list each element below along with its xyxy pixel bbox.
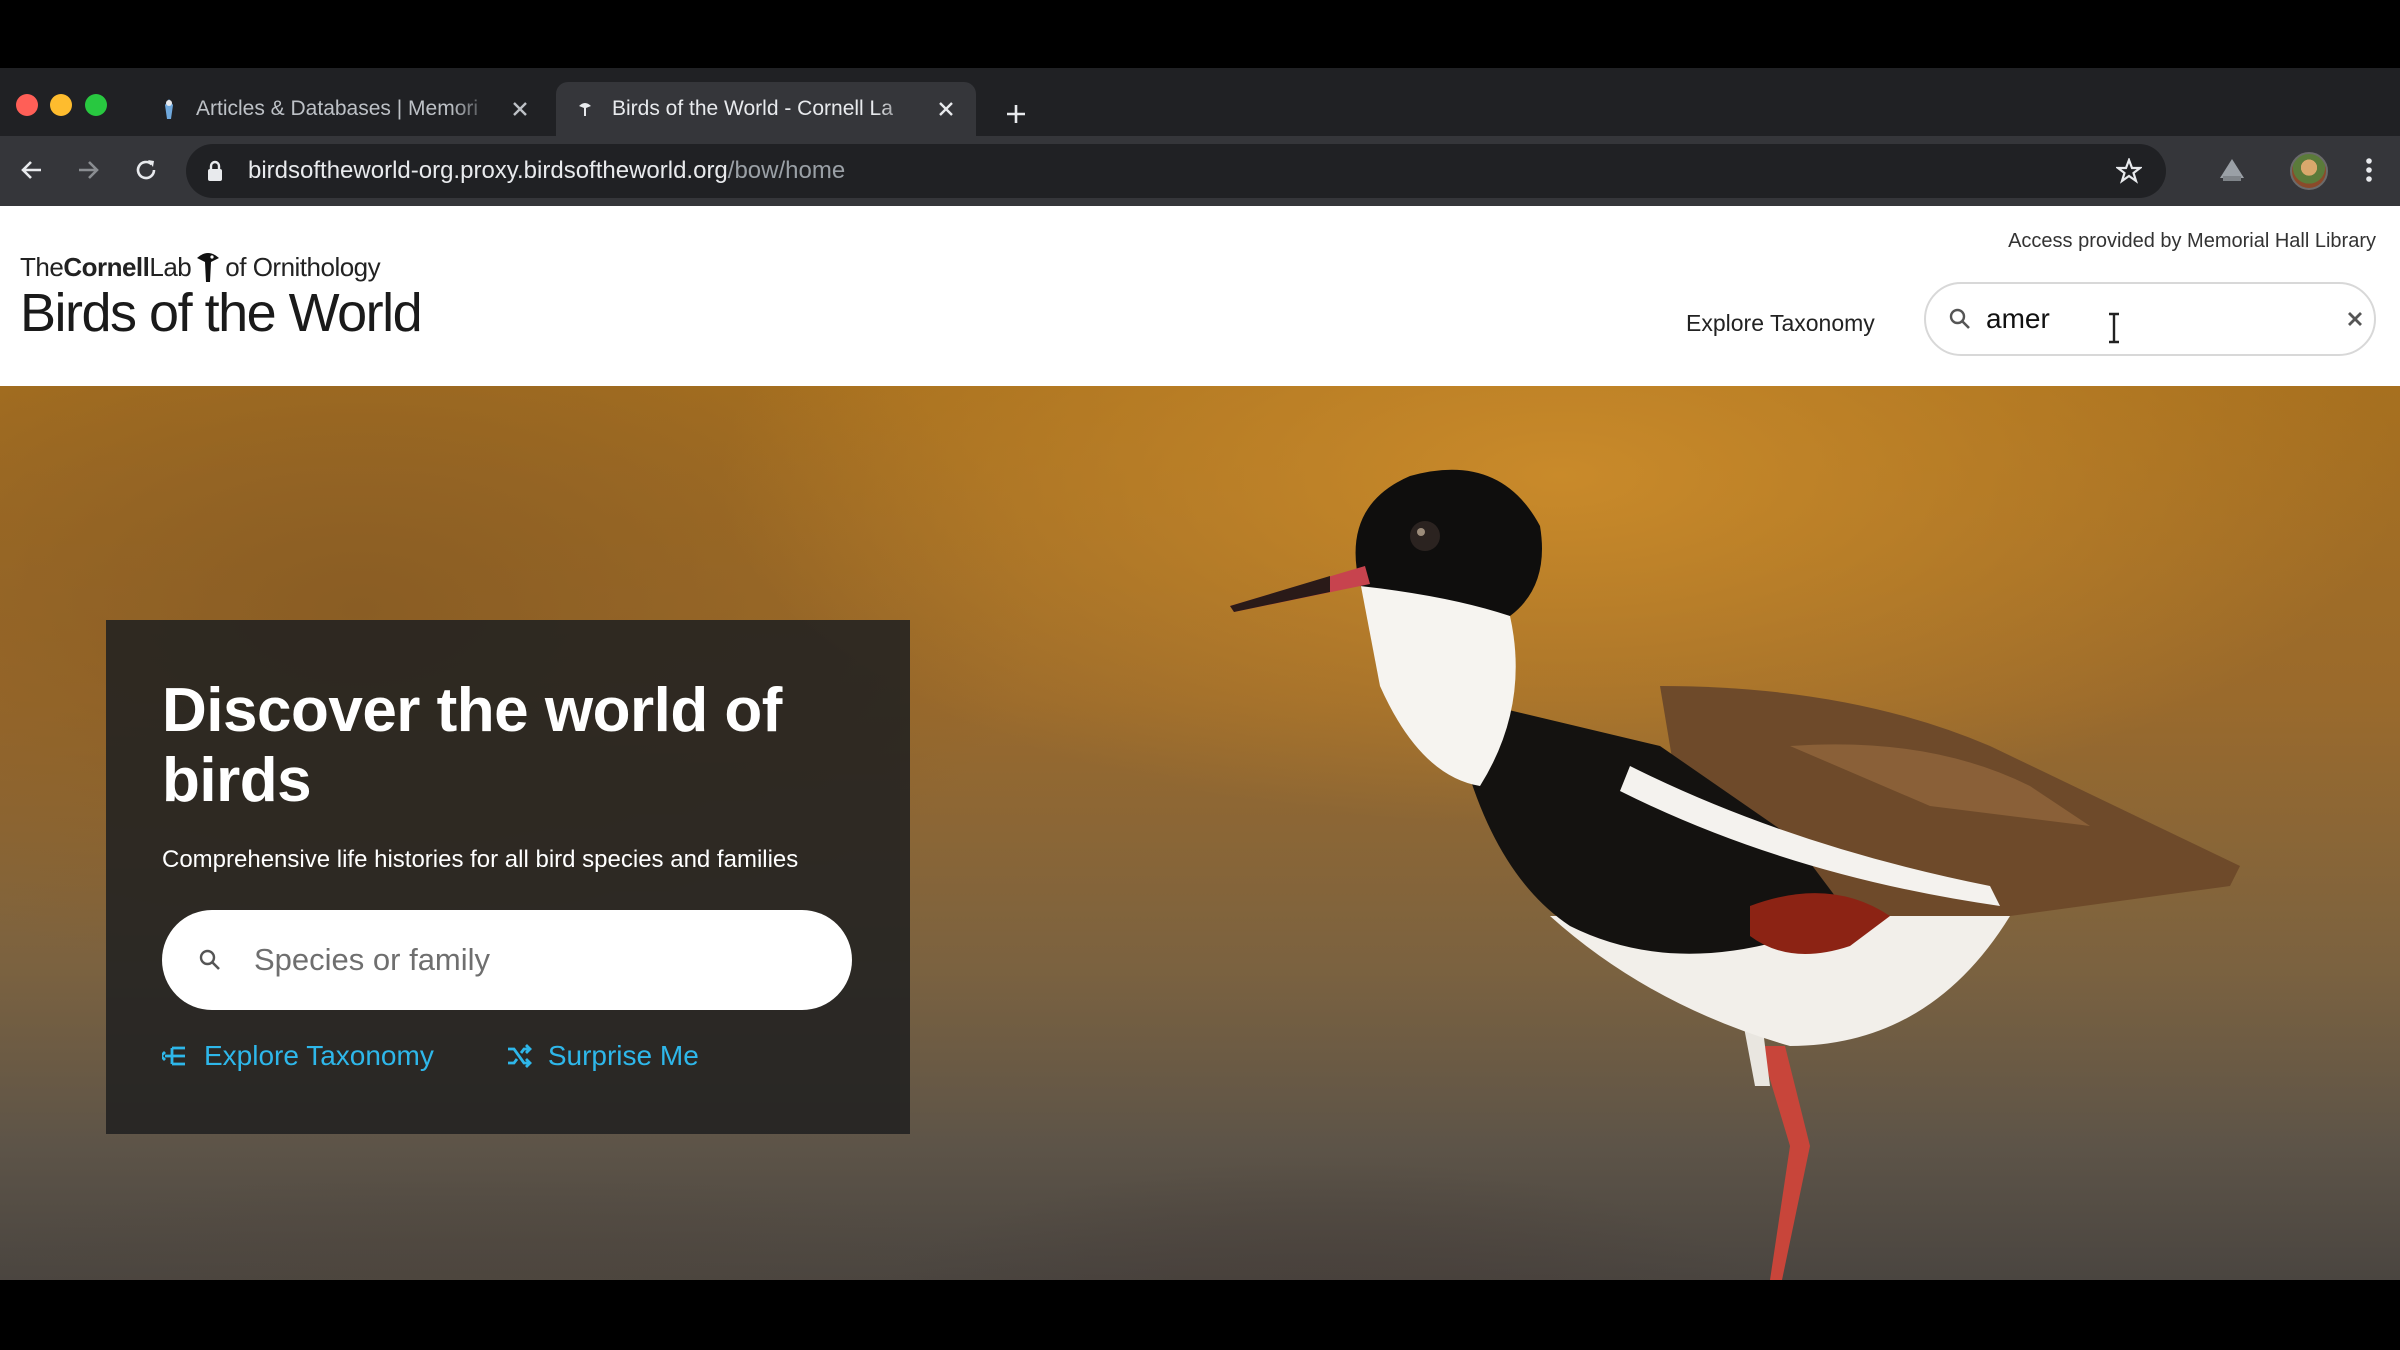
extension-icon[interactable] [2214,152,2250,188]
maximize-window-button[interactable] [85,94,107,116]
site-header: The Cornell Lab of Ornithology Birds of th… [0,206,2400,386]
cornell-bird-favicon-icon [574,98,596,120]
shuffle-icon [506,1042,534,1070]
site-title: Birds of the World [20,283,423,343]
top-letterbox [0,0,2400,68]
browser-chrome: Articles & Databases | Memori Birds of t… [0,68,2400,206]
tab-title: Birds of the World - Cornell La [612,97,893,120]
close-window-button[interactable] [16,94,38,116]
clear-search-icon[interactable] [2347,306,2363,332]
bookmark-star-icon[interactable] [2114,156,2144,186]
reload-button[interactable] [128,152,164,188]
close-tab-icon[interactable] [934,97,958,121]
header-explore-taxonomy-link[interactable]: Explore Taxonomy [1686,310,1875,337]
hero-heading: Discover the world of birds [162,676,782,815]
reload-icon [136,160,156,180]
forward-button[interactable] [70,152,106,188]
bottom-letterbox [0,1280,2400,1350]
hero-bird-image [1230,469,2240,1280]
url-text: birdsoftheworld-org.proxy.birdsoftheworl… [248,157,845,185]
tab-title: Articles & Databases | Memori [196,97,479,120]
minimize-window-button[interactable] [50,94,72,116]
tab-birds-of-the-world[interactable]: Birds of the World - Cornell La [556,82,976,136]
back-button[interactable] [14,152,50,188]
access-notice: Access provided by Memorial Hall Library [2008,230,2376,252]
logo-the: The [20,251,64,282]
hero-subheading: Comprehensive life histories for all bir… [162,846,799,873]
surprise-me-link[interactable]: Surprise Me [506,1040,699,1072]
tab-articles-databases[interactable]: Articles & Databases | Memori [140,82,550,136]
profile-avatar[interactable] [2290,152,2328,190]
lock-icon [206,160,228,182]
cornell-bird-logo-icon [197,253,220,282]
plus-icon [1007,105,1025,123]
search-icon [1948,305,1972,333]
hero-links: Explore Taxonomy Surprise Me [162,1040,699,1072]
surprise-me-label: Surprise Me [547,1040,699,1071]
hero-banner: Discover the world of birds Comprehensiv… [0,386,2400,1280]
browser-menu-icon[interactable] [2354,152,2384,188]
site-logo[interactable]: The Cornell Lab of Ornithology Birds of th… [20,250,423,343]
header-search-box[interactable] [1924,282,2376,356]
logo-lab: Lab [149,251,192,282]
logo-of-ornithology: of Ornithology [225,251,381,282]
arrow-left-icon [21,161,41,179]
close-tab-icon[interactable] [508,97,532,121]
arrow-right-icon [79,161,99,179]
url-path: /bow/home [727,157,846,184]
browser-toolbar: birdsoftheworld-org.proxy.birdsoftheworl… [0,136,2400,206]
cornell-lab-wordmark: The Cornell Lab of Ornithology [20,250,421,284]
url-host: birdsoftheworld-org.proxy.birdsoftheworl… [248,157,728,184]
hero-explore-taxonomy-link[interactable]: Explore Taxonomy [162,1040,434,1072]
hero-explore-taxonomy-label: Explore Taxonomy [204,1040,434,1071]
logo-cornell: Cornell [63,251,150,282]
new-tab-button[interactable] [998,96,1034,132]
library-favicon-icon [158,98,180,120]
address-bar[interactable]: birdsoftheworld-org.proxy.birdsoftheworl… [186,144,2166,198]
header-search-input[interactable] [1986,303,2347,335]
search-icon [198,946,226,974]
taxonomy-tree-icon [162,1042,190,1070]
hero-search-box[interactable] [162,910,852,1010]
hero-search-input[interactable] [254,942,816,978]
i-beam-cursor-icon [2109,312,2119,344]
hero-panel: Discover the world of birds Comprehensiv… [106,620,910,1134]
